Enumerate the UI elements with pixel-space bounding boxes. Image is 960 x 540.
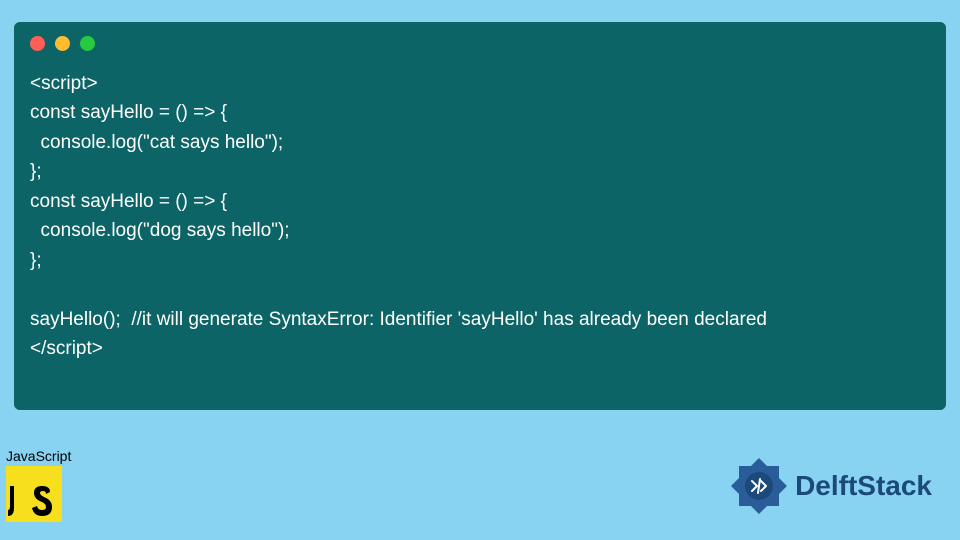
delftstack-icon (729, 456, 789, 516)
close-icon (30, 36, 45, 51)
js-logo-icon (6, 466, 62, 522)
brand-logo: DelftStack (729, 456, 932, 516)
window-controls (30, 36, 930, 51)
minimize-icon (55, 36, 70, 51)
brand-name: DelftStack (795, 470, 932, 502)
code-block: <script> const sayHello = () => { consol… (30, 69, 930, 363)
code-window: <script> const sayHello = () => { consol… (14, 22, 946, 410)
maximize-icon (80, 36, 95, 51)
javascript-badge: JavaScript (6, 448, 71, 522)
badge-label: JavaScript (6, 448, 71, 464)
